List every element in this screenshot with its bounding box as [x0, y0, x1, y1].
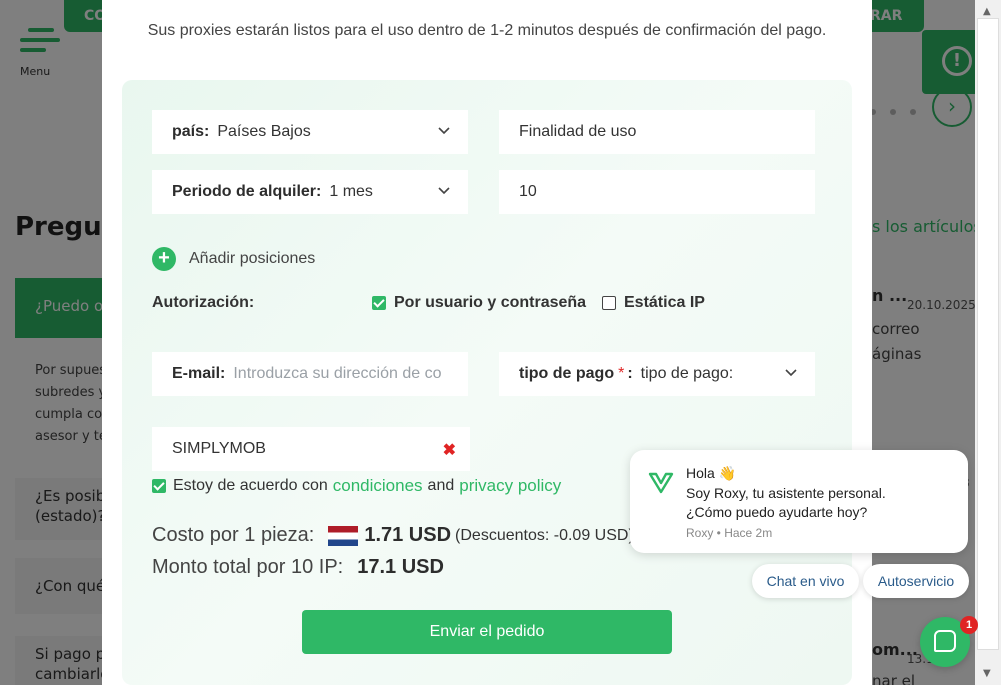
quantity-field[interactable]: 10 [499, 170, 815, 214]
terms-checkbox[interactable] [152, 479, 166, 493]
terms-link[interactable]: condiciones [333, 476, 423, 496]
auth-static-ip-label: Estática IP [624, 294, 705, 311]
auth-user-pass-label: Por usuario y contraseña [394, 294, 587, 311]
email-placeholder: Introduzca su dirección de co [233, 365, 442, 382]
rental-period-select[interactable]: Periodo de alquiler: 1 mes [152, 170, 468, 214]
checkbox-empty-icon [602, 296, 616, 310]
privacy-policy-link[interactable]: privacy policy [459, 476, 561, 496]
scroll-up-icon[interactable]: ▲ [983, 6, 991, 17]
auth-user-pass-checkbox[interactable]: Por usuario y contraseña [372, 294, 586, 312]
total-amount: Monto total por 10 IP: 17.1 USD [152, 556, 444, 579]
total-value: 17.1 USD [357, 556, 444, 578]
email-field[interactable]: E-mail: Introduzca su dirección de co [152, 352, 468, 396]
cost-per-piece-value: 1.71 USD [364, 524, 452, 546]
scroll-down-icon[interactable]: ▼ [983, 668, 991, 679]
terms-prefix: Estoy de acuerdo con [173, 477, 328, 494]
live-chat-button[interactable]: Chat en vivo [752, 564, 859, 598]
payment-type-select[interactable]: tipo de pago * : tipo de pago: [499, 352, 815, 396]
cost-per-piece: Costo por 1 pieza: 1.71 USD (Descuentos:… [152, 524, 634, 547]
chat-greeting-card[interactable]: Hola 👋 Soy Roxy, tu asistente personal. … [630, 450, 968, 553]
chat-message: Hola 👋 Soy Roxy, tu asistente personal. … [686, 465, 886, 520]
total-label: Monto total por 10 IP: [152, 556, 344, 578]
required-marker: * [618, 365, 625, 382]
submit-order-button[interactable]: Enviar el pedido [302, 610, 672, 654]
rental-period-label: Periodo de alquiler: [172, 183, 322, 200]
promo-code-value: SIMPLYMOB [172, 440, 266, 457]
payment-type-label: tipo de pago [519, 365, 615, 382]
scroll-thumb[interactable] [977, 18, 999, 650]
order-form: país: Países Bajos Finalidad de uso Peri… [122, 80, 852, 685]
terms-agreement: Estoy de acuerdo con condiciones and pri… [152, 476, 566, 496]
purpose-value: Finalidad de uso [519, 123, 637, 140]
chevron-down-icon [438, 184, 450, 198]
checkbox-checked-icon [372, 296, 386, 310]
clear-promo-icon[interactable]: ✖ [443, 440, 456, 460]
terms-and: and [427, 477, 455, 494]
chat-unread-badge: 1 [960, 616, 978, 634]
promo-code-field[interactable]: SIMPLYMOB ✖ [152, 427, 470, 471]
payment-type-value: tipo de pago: [640, 365, 734, 382]
chat-bubble-icon [934, 630, 956, 652]
netherlands-flag-icon [328, 525, 359, 546]
authorization-label: Autorización: [152, 294, 255, 311]
country-value: Países Bajos [217, 123, 311, 140]
roxy-logo-icon [648, 472, 674, 494]
rental-period-value: 1 mes [329, 183, 373, 200]
add-positions-button[interactable]: + Añadir posiciones [152, 247, 315, 271]
quantity-value: 10 [519, 183, 537, 200]
country-select[interactable]: país: Países Bajos [152, 110, 468, 154]
email-label: E-mail: [172, 365, 226, 382]
modal-subtitle: Sus proxies estarán listos para el uso d… [147, 22, 827, 39]
page-scrollbar[interactable]: ▲ ▼ [975, 0, 1001, 685]
chevron-down-icon [785, 366, 797, 380]
cost-per-piece-label: Costo por 1 pieza: [152, 524, 315, 546]
chat-meta: Roxy • Hace 2m [686, 526, 773, 540]
add-positions-label: Añadir posiciones [189, 250, 316, 267]
auth-static-ip-checkbox[interactable]: Estática IP [602, 294, 705, 312]
discount-text: (Descuentos: -0.09 USD) [455, 526, 634, 544]
self-service-button[interactable]: Autoservicio [863, 564, 969, 598]
purpose-field[interactable]: Finalidad de uso [499, 110, 815, 154]
chevron-down-icon [438, 124, 450, 138]
plus-circle-icon: + [152, 247, 176, 271]
payment-type-colon: : [627, 365, 633, 382]
country-label: país: [172, 123, 210, 140]
